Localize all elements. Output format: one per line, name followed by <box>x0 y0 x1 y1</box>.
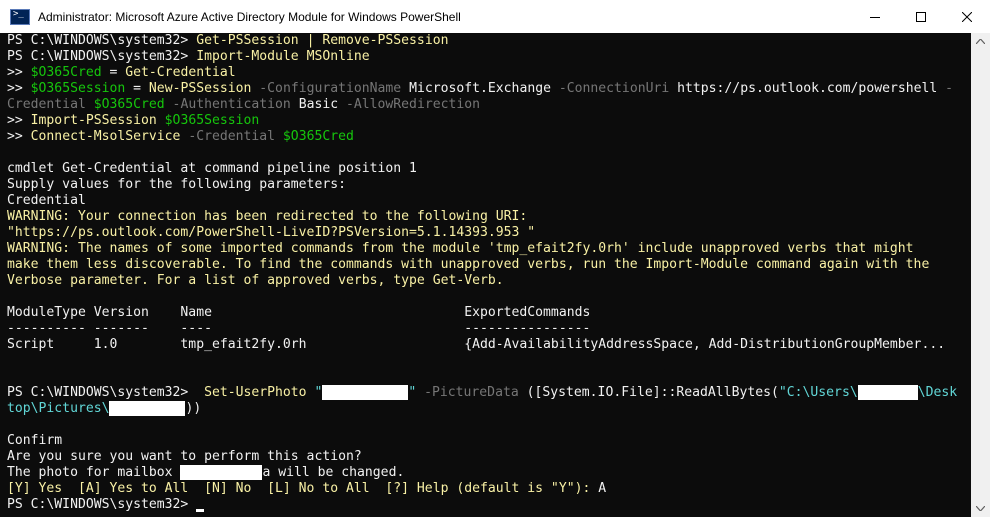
prompt-line[interactable]: PS C:\WINDOWS\system32> <box>7 497 971 513</box>
console-line: Credential <box>7 193 86 208</box>
close-button[interactable] <box>944 0 990 33</box>
maximize-icon <box>916 11 926 22</box>
warning-line: WARNING: Your connection has been redire… <box>7 209 528 224</box>
warning-line: "https://ps.outlook.com/PowerShell-LiveI… <box>7 225 536 240</box>
console-line: Supply values for the following paramete… <box>7 177 346 192</box>
table-header: ModuleType Version Name ExportedCommands <box>7 305 591 320</box>
confirm-title: Confirm <box>7 433 63 448</box>
scroll-up-button[interactable] <box>971 33 990 50</box>
console-line: top\Pictures\)) <box>7 401 202 416</box>
table-row: Script 1.0 tmp_efait2fy.0rh {Add-Availab… <box>7 337 946 352</box>
title-bar: Administrator: Microsoft Azure Active Di… <box>0 0 990 33</box>
console-line: >> $O365Cred = Get-Credential <box>7 65 236 80</box>
console-line: >> $O365Session = New-PSSession -Configu… <box>7 81 954 96</box>
console-line: >> Import-PSSession $O365Session <box>7 113 260 128</box>
redacted-block <box>857 385 918 400</box>
warning-line: Verbose parameter. For a list of approve… <box>7 273 504 288</box>
powershell-icon <box>10 8 30 25</box>
redacted-block <box>180 465 263 480</box>
text-cursor <box>196 509 205 512</box>
console-line: PS C:\WINDOWS\system32> Import-Module MS… <box>7 49 370 64</box>
close-icon <box>962 11 972 22</box>
maximize-button[interactable] <box>898 0 944 33</box>
chevron-down-icon <box>976 506 985 511</box>
redacted-block <box>322 385 409 400</box>
console-line: PS C:\WINDOWS\system32> Set-UserPhoto " "… <box>7 385 958 400</box>
vertical-scrollbar[interactable] <box>971 33 990 517</box>
console-line: Credential $O365Cred -Authentication Bas… <box>7 97 481 112</box>
minimize-icon <box>870 16 880 18</box>
scroll-down-button[interactable] <box>971 500 990 517</box>
redacted-block <box>109 401 186 416</box>
console-line: cmdlet Get-Credential at command pipelin… <box>7 161 417 176</box>
table-divider: ---------- ------- ---- ---------------- <box>7 321 591 336</box>
confirm-question: Are you sure you want to perform this ac… <box>7 449 362 464</box>
window-title: Administrator: Microsoft Azure Active Di… <box>38 9 461 24</box>
confirm-detail: The photo for mailbox a will be changed. <box>7 465 405 480</box>
console-line: >> Connect-MsolService -Credential $O365… <box>7 129 354 144</box>
minimize-button[interactable] <box>852 0 898 33</box>
console-line: PS C:\WINDOWS\system32> Get-PSSession | … <box>7 33 449 48</box>
console-output[interactable]: PS C:\WINDOWS\system32> Get-PSSession | … <box>0 33 971 517</box>
confirm-choices: [Y] Yes [A] Yes to All [N] No [L] No to … <box>7 481 607 496</box>
warning-line: WARNING: The names of some imported comm… <box>7 241 914 256</box>
chevron-up-icon <box>976 39 985 44</box>
warning-line: make them less discoverable. To find the… <box>7 257 930 272</box>
